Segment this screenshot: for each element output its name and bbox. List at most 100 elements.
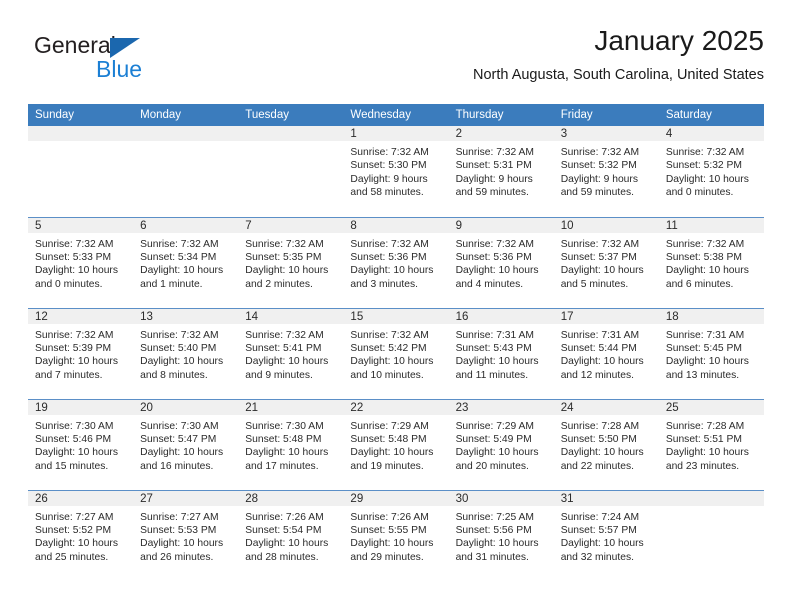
sunset-time: Sunset: 5:44 PM xyxy=(560,342,637,354)
calendar-day-cell[interactable]: 6 Sunrise: 7:32 AM Sunset: 5:34 PM Daylight… xyxy=(133,216,239,308)
day-number xyxy=(658,490,764,506)
calendar-day-cell[interactable]: 13 Sunrise: 7:32 AM Sunset: 5:40 PM Dayligh… xyxy=(133,307,239,399)
calendar-day-cell[interactable]: 31 Sunrise: 7:24 AM Sunset: 5:57 PM Dayligh… xyxy=(553,489,659,581)
calendar-empty-cell xyxy=(28,126,134,217)
calendar-day-cell[interactable]: 1 Sunrise: 7:32 AM Sunset: 5:30 PM Daylight… xyxy=(343,126,449,217)
daylight-duration-line1: Daylight: 9 hours xyxy=(350,173,428,185)
daylight-duration-line2: and 23 minutes. xyxy=(665,460,740,472)
day-number: 9 xyxy=(448,217,554,233)
daylight-duration-line2: and 0 minutes. xyxy=(35,278,103,290)
sunset-time: Sunset: 5:41 PM xyxy=(245,342,322,354)
daylight-duration-line1: Daylight: 9 hours xyxy=(455,173,533,185)
daylight-duration-line2: and 13 minutes. xyxy=(665,369,740,381)
calendar-day-cell[interactable]: 24 Sunrise: 7:28 AM Sunset: 5:50 PM Dayligh… xyxy=(553,398,659,490)
sunrise-time: Sunrise: 7:32 AM xyxy=(560,238,640,250)
daylight-duration-line1: Daylight: 10 hours xyxy=(140,538,224,550)
calendar-day-cell[interactable]: 2 Sunrise: 7:32 AM Sunset: 5:31 PM Daylight… xyxy=(448,126,554,217)
day-details: Sunrise: 7:30 AM Sunset: 5:48 PM Daylight:… xyxy=(238,415,343,474)
day-number: 2 xyxy=(448,126,554,141)
daylight-duration-line2: and 0 minutes. xyxy=(665,187,734,199)
daylight-duration-line2: and 3 minutes. xyxy=(350,278,418,290)
calendar-day-cell[interactable]: 20 Sunrise: 7:30 AM Sunset: 5:47 PM Dayligh… xyxy=(133,398,239,490)
day-number: 8 xyxy=(343,217,449,233)
calendar-day-cell[interactable]: 23 Sunrise: 7:29 AM Sunset: 5:49 PM Dayligh… xyxy=(448,398,554,490)
calendar-day-cell[interactable]: 3 Sunrise: 7:32 AM Sunset: 5:32 PM Daylight… xyxy=(553,126,659,217)
day-details: Sunrise: 7:32 AM Sunset: 5:39 PM Daylight:… xyxy=(28,324,133,383)
calendar-day-cell[interactable]: 16 Sunrise: 7:31 AM Sunset: 5:43 PM Dayligh… xyxy=(448,307,554,399)
sunset-time: Sunset: 5:56 PM xyxy=(455,524,532,536)
day-number: 26 xyxy=(28,490,134,506)
calendar-day-cell[interactable]: 17 Sunrise: 7:31 AM Sunset: 5:44 PM Dayligh… xyxy=(553,307,659,399)
day-details: Sunrise: 7:32 AM Sunset: 5:32 PM Daylight:… xyxy=(554,141,659,200)
sunset-time: Sunset: 5:53 PM xyxy=(140,524,217,536)
sunrise-time: Sunrise: 7:32 AM xyxy=(245,329,324,341)
calendar-day-cell[interactable]: 26 Sunrise: 7:27 AM Sunset: 5:52 PM Dayligh… xyxy=(28,489,134,581)
sunrise-time: Sunrise: 7:28 AM xyxy=(560,420,640,432)
sunset-time: Sunset: 5:40 PM xyxy=(140,342,217,354)
sunrise-time: Sunrise: 7:32 AM xyxy=(140,329,219,341)
daylight-duration-line1: Daylight: 10 hours xyxy=(350,538,434,550)
daylight-duration-line1: Daylight: 10 hours xyxy=(35,265,118,277)
daylight-duration-line1: Daylight: 10 hours xyxy=(140,356,224,368)
page-header: General Blue January 2025 North Augusta,… xyxy=(28,24,764,96)
calendar-day-cell[interactable]: 18 Sunrise: 7:31 AM Sunset: 5:45 PM Dayligh… xyxy=(658,307,764,399)
day-number: 3 xyxy=(553,126,659,141)
generalblue-logo[interactable]: General Blue xyxy=(34,32,214,88)
sunrise-time: Sunrise: 7:32 AM xyxy=(35,238,114,250)
calendar-day-cell[interactable]: 22 Sunrise: 7:29 AM Sunset: 5:48 PM Dayligh… xyxy=(343,398,449,490)
calendar-table: Sunday Monday Tuesday Wednesday Thursday Frid… xyxy=(28,104,764,581)
calendar-day-cell[interactable]: 10 Sunrise: 7:32 AM Sunset: 5:37 PM Dayligh… xyxy=(553,216,659,308)
calendar-day-cell[interactable]: 5 Sunrise: 7:32 AM Sunset: 5:33 PM Daylight… xyxy=(28,216,134,308)
daylight-duration-line1: Daylight: 10 hours xyxy=(560,265,644,277)
calendar-day-cell[interactable]: 27 Sunrise: 7:27 AM Sunset: 5:53 PM Dayligh… xyxy=(133,489,239,581)
sunrise-time: Sunrise: 7:29 AM xyxy=(350,420,429,432)
calendar-day-cell[interactable]: 28 Sunrise: 7:26 AM Sunset: 5:54 PM Dayligh… xyxy=(238,489,344,581)
sunrise-time: Sunrise: 7:32 AM xyxy=(560,147,640,158)
sunset-time: Sunset: 5:37 PM xyxy=(560,251,637,263)
calendar-day-cell[interactable]: 15 Sunrise: 7:32 AM Sunset: 5:42 PM Dayligh… xyxy=(343,307,449,399)
daylight-duration-line1: Daylight: 10 hours xyxy=(140,447,224,459)
day-details: Sunrise: 7:30 AM Sunset: 5:47 PM Daylight:… xyxy=(133,415,238,474)
day-details: Sunrise: 7:31 AM Sunset: 5:45 PM Daylight:… xyxy=(659,324,764,383)
sunset-time: Sunset: 5:50 PM xyxy=(560,433,637,445)
day-number: 30 xyxy=(448,490,554,506)
calendar-day-cell[interactable]: 8 Sunrise: 7:32 AM Sunset: 5:36 PM Daylight… xyxy=(343,216,449,308)
day-number: 13 xyxy=(133,308,239,324)
weekday-header-saturday: Saturday xyxy=(658,104,764,126)
day-details: Sunrise: 7:32 AM Sunset: 5:31 PM Daylight:… xyxy=(449,141,554,200)
calendar-day-cell[interactable]: 25 Sunrise: 7:28 AM Sunset: 5:51 PM Dayligh… xyxy=(658,398,764,490)
daylight-duration-line2: and 32 minutes. xyxy=(560,551,634,563)
calendar-day-cell[interactable]: 4 Sunrise: 7:32 AM Sunset: 5:32 PM Daylight… xyxy=(658,126,764,217)
sunset-time: Sunset: 5:45 PM xyxy=(665,342,742,354)
daylight-duration-line2: and 28 minutes. xyxy=(245,551,319,563)
daylight-duration-line1: Daylight: 9 hours xyxy=(560,173,638,185)
day-details: Sunrise: 7:26 AM Sunset: 5:54 PM Daylight:… xyxy=(238,506,343,565)
daylight-duration-line1: Daylight: 10 hours xyxy=(665,447,749,459)
day-details: Sunrise: 7:32 AM Sunset: 5:34 PM Daylight:… xyxy=(133,233,238,292)
sunset-time: Sunset: 5:43 PM xyxy=(455,342,532,354)
day-number xyxy=(133,126,239,141)
calendar-day-cell[interactable]: 12 Sunrise: 7:32 AM Sunset: 5:39 PM Dayligh… xyxy=(28,307,134,399)
sunrise-time: Sunrise: 7:30 AM xyxy=(140,420,219,432)
day-number: 15 xyxy=(343,308,449,324)
sunrise-time: Sunrise: 7:28 AM xyxy=(665,420,745,432)
title-block: January 2025 North Augusta, South Caroli… xyxy=(473,24,764,86)
calendar-day-cell[interactable]: 21 Sunrise: 7:30 AM Sunset: 5:48 PM Dayligh… xyxy=(238,398,344,490)
day-number: 18 xyxy=(658,308,764,324)
day-number: 1 xyxy=(343,126,449,141)
daylight-duration-line1: Daylight: 10 hours xyxy=(35,356,118,368)
daylight-duration-line2: and 31 minutes. xyxy=(455,551,529,563)
day-number: 11 xyxy=(658,217,764,233)
daylight-duration-line2: and 6 minutes. xyxy=(665,278,734,290)
calendar-day-cell[interactable]: 14 Sunrise: 7:32 AM Sunset: 5:41 PM Dayligh… xyxy=(238,307,344,399)
day-number xyxy=(28,126,134,141)
calendar-day-cell[interactable]: 19 Sunrise: 7:30 AM Sunset: 5:46 PM Dayligh… xyxy=(28,398,134,490)
day-number: 21 xyxy=(238,399,344,415)
calendar-day-cell[interactable]: 11 Sunrise: 7:32 AM Sunset: 5:38 PM Dayligh… xyxy=(658,216,764,308)
daylight-duration-line2: and 16 minutes. xyxy=(140,460,214,472)
daylight-duration-line2: and 7 minutes. xyxy=(35,369,103,381)
calendar-day-cell[interactable]: 29 Sunrise: 7:26 AM Sunset: 5:55 PM Dayligh… xyxy=(343,489,449,581)
calendar-day-cell[interactable]: 30 Sunrise: 7:25 AM Sunset: 5:56 PM Dayligh… xyxy=(448,489,554,581)
calendar-day-cell[interactable]: 9 Sunrise: 7:32 AM Sunset: 5:36 PM Daylight… xyxy=(448,216,554,308)
calendar-day-cell[interactable]: 7 Sunrise: 7:32 AM Sunset: 5:35 PM Daylight… xyxy=(238,216,344,308)
